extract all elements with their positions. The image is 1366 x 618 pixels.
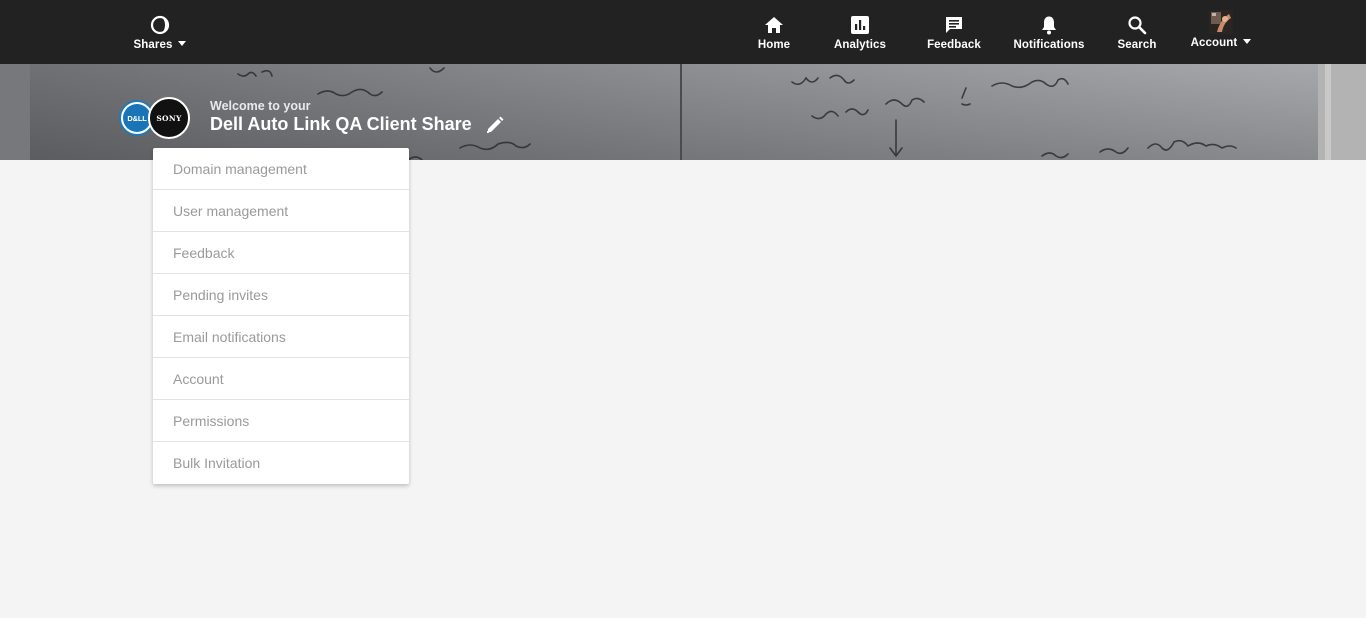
home-icon (763, 14, 785, 36)
settings-dropdown-menu: Domain management User management Feedba… (153, 148, 409, 484)
menu-item-bulk-invitation[interactable]: Bulk Invitation (153, 442, 409, 484)
menu-item-pending-invites[interactable]: Pending invites (153, 274, 409, 316)
shares-logo-icon (150, 14, 170, 36)
menu-item-user-management[interactable]: User management (153, 190, 409, 232)
nav-notifications[interactable]: Notifications (1012, 0, 1086, 64)
nav-analytics[interactable]: Analytics (830, 0, 890, 64)
nav-feedback-label: Feedback (927, 39, 981, 51)
menu-item-email-notifications[interactable]: Email notifications (153, 316, 409, 358)
account-label: Account (1190, 37, 1238, 49)
analytics-icon (850, 14, 870, 36)
client-logos: D&LL SONY (119, 97, 193, 141)
chevron-down-icon (178, 41, 187, 47)
pencil-edit-icon[interactable] (484, 116, 506, 136)
menu-item-feedback[interactable]: Feedback (153, 232, 409, 274)
top-navbar: Shares Home Analytics Feedback Notificat… (0, 0, 1366, 64)
dell-logo-text: D&LL (123, 104, 151, 132)
nav-search-label: Search (1117, 39, 1157, 51)
cover-banner-image (0, 64, 1366, 160)
sony-logo: SONY (148, 97, 190, 139)
nav-analytics-label: Analytics (833, 39, 887, 51)
user-avatar (1209, 10, 1233, 34)
chevron-down-icon (1243, 39, 1252, 45)
share-title: Dell Auto Link QA Client Share (210, 114, 472, 134)
menu-item-permissions[interactable]: Permissions (153, 400, 409, 442)
shares-label: Shares (133, 39, 173, 51)
bell-icon (1039, 14, 1059, 36)
search-icon (1127, 14, 1147, 36)
nav-notifications-label: Notifications (1013, 39, 1085, 51)
nav-search[interactable]: Search (1112, 0, 1162, 64)
menu-item-account[interactable]: Account (153, 358, 409, 400)
nav-home-label: Home (757, 39, 791, 51)
menu-item-domain-management[interactable]: Domain management (153, 148, 409, 190)
nav-feedback[interactable]: Feedback (922, 0, 986, 64)
welcome-text: Welcome to your (210, 99, 311, 113)
nav-home[interactable]: Home (748, 0, 800, 64)
account-menu-button[interactable]: Account (1186, 0, 1256, 64)
feedback-icon (944, 14, 964, 36)
shares-menu-button[interactable]: Shares (128, 0, 192, 64)
